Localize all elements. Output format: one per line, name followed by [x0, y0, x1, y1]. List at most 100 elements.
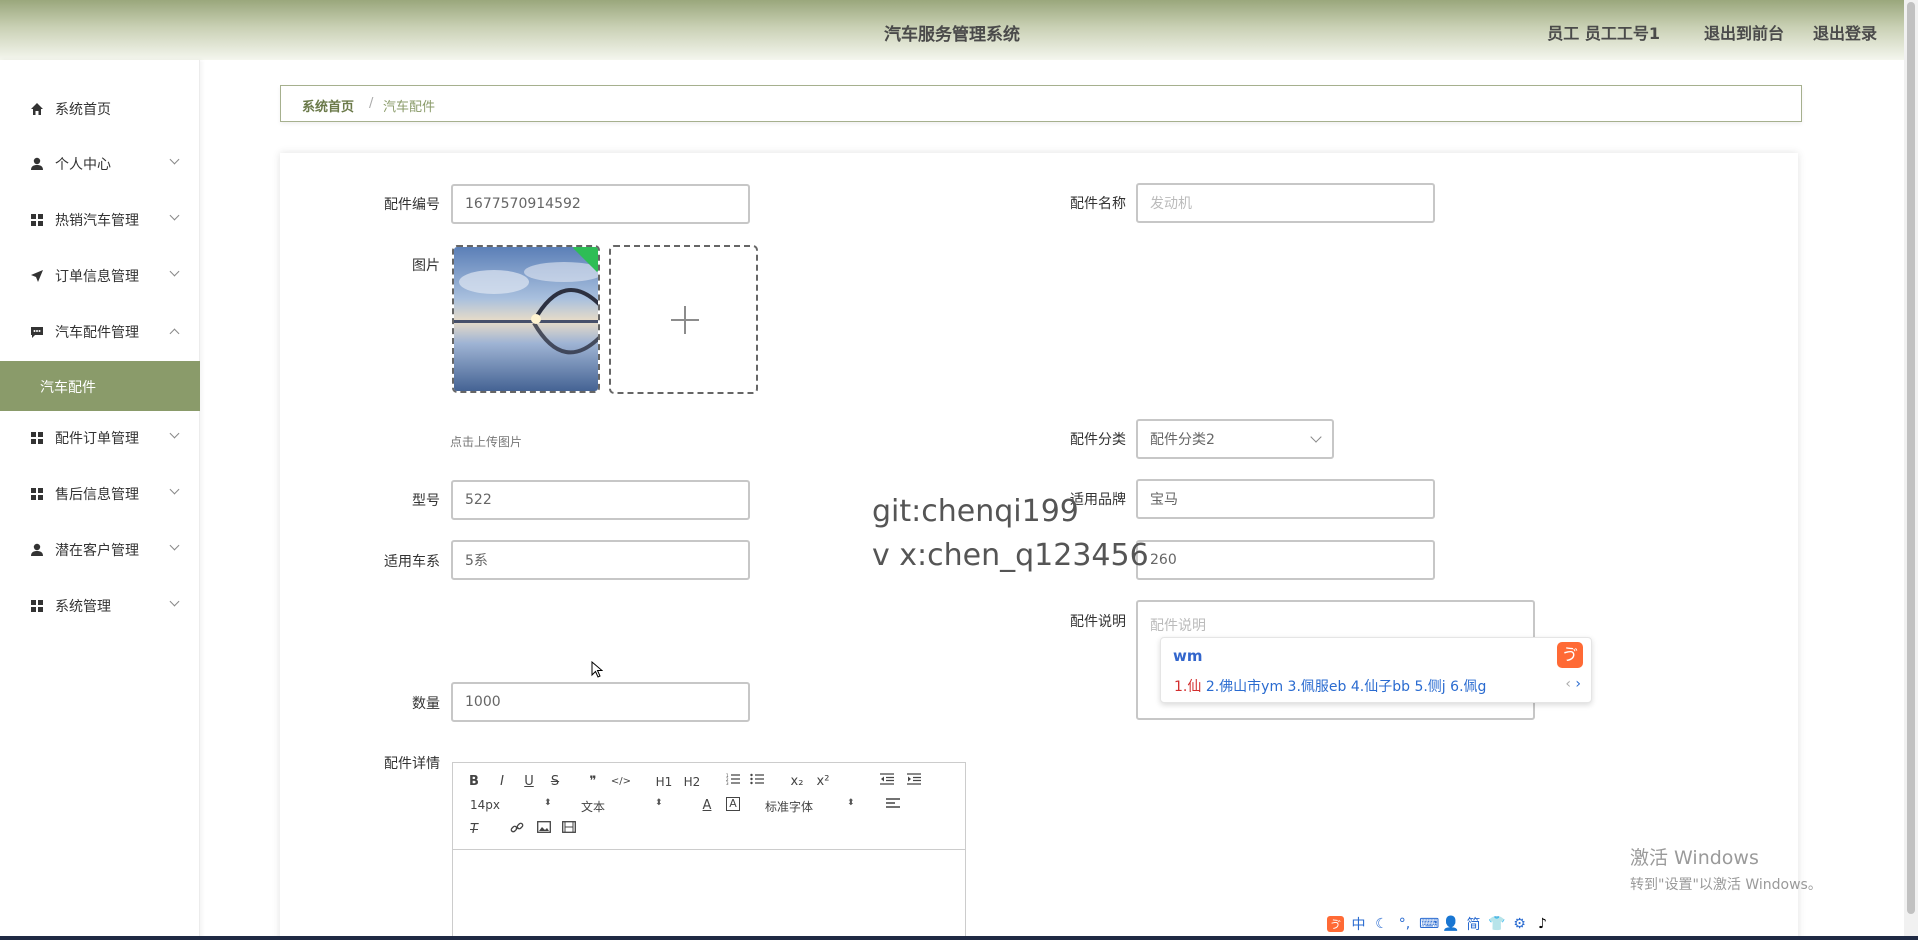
sidebar-item-after-sales[interactable]: 售后信息管理 — [0, 470, 200, 518]
brand-input[interactable]: 宝马 — [1136, 479, 1435, 519]
watermark-line-2: v x:chen_q123456 — [872, 538, 1149, 573]
breadcrumb-separator: / — [369, 96, 374, 111]
bullet-list-icon[interactable] — [748, 773, 766, 791]
shirt-icon[interactable]: 👕 — [1488, 916, 1505, 932]
image-label: 图片 — [412, 258, 440, 274]
gear-icon[interactable]: ⚙ — [1511, 916, 1528, 932]
uploaded-image[interactable] — [452, 245, 600, 393]
sidebar-item-part-orders[interactable]: 配件订单管理 — [0, 414, 200, 462]
qty-input[interactable]: 1000 — [451, 682, 750, 722]
user-icon — [30, 543, 44, 557]
sidebar-item-system[interactable]: 系统管理 — [0, 582, 200, 630]
sidebar-subitem-parts[interactable]: 汽车配件 — [0, 361, 200, 411]
bridge-photo — [454, 247, 598, 391]
sidebar-item-label: 汽车配件管理 — [55, 325, 139, 341]
series-input[interactable]: 5系 — [451, 540, 750, 580]
upload-tip: 点击上传图片 — [450, 435, 523, 449]
strike-button[interactable]: S — [546, 773, 564, 791]
chevron-down-icon — [169, 596, 180, 607]
rich-text-editor[interactable]: B I U S ❞ </> H1 H2 123 x₂ x² 14px ⬍ 文本 … — [452, 762, 966, 940]
chevron-down-icon — [1310, 431, 1322, 443]
front-link[interactable]: 退出到前台 — [1704, 20, 1784, 44]
bold-button[interactable]: B — [465, 773, 483, 791]
chevron-down-icon — [169, 428, 180, 439]
tiktok-icon[interactable]: ♪ — [1534, 916, 1551, 932]
add-image-button[interactable] — [609, 245, 758, 394]
top-header: 汽车服务管理系统 员工 员工工号1 退出到前台 退出登录 — [0, 0, 1904, 60]
price-input[interactable]: 260 — [1136, 540, 1435, 580]
ime-candidate[interactable]: 2.佛山市ym — [1206, 679, 1283, 695]
video-icon[interactable] — [560, 821, 578, 839]
code-button[interactable]: </> — [610, 773, 632, 791]
part-no-input[interactable]: 1677570914592 — [451, 184, 750, 224]
h2-button[interactable]: H2 — [682, 773, 702, 791]
sidebar-item-orders[interactable]: 订单信息管理 — [0, 252, 200, 300]
italic-button[interactable]: I — [493, 773, 511, 791]
sidebar: 系统首页 个人中心 热销汽车管理 订单信息管理 汽车配件管理 汽车配件 配件订单… — [0, 60, 200, 940]
keyboard-icon[interactable]: ⌨ — [1419, 916, 1439, 932]
blockquote-button[interactable]: ❞ — [584, 773, 602, 791]
chat-icon — [30, 325, 44, 339]
sidebar-item-label: 潜在客户管理 — [55, 543, 139, 559]
category-select[interactable]: 配件分类2 — [1136, 419, 1334, 459]
breadcrumb-home[interactable]: 系统首页 — [302, 96, 354, 115]
ime-candidate[interactable]: 6.佩g — [1450, 679, 1486, 695]
superscript-button[interactable]: x² — [814, 773, 832, 791]
grid-icon — [30, 213, 44, 227]
simplified-label[interactable]: 简 — [1465, 914, 1482, 934]
indent-icon[interactable] — [905, 773, 923, 791]
background-color-icon[interactable]: A — [726, 797, 740, 811]
font-size-select[interactable]: 14px ⬍ — [470, 798, 555, 812]
moon-icon[interactable]: ☾ — [1373, 916, 1390, 932]
person-icon[interactable]: 👤 — [1442, 916, 1459, 932]
sidebar-item-personal[interactable]: 个人中心 — [0, 140, 200, 188]
ordered-list-icon[interactable]: 123 — [724, 773, 742, 791]
font-family-select[interactable]: 标准字体 ⬍ — [765, 798, 857, 815]
ime-mode-label[interactable]: 中 — [1350, 914, 1367, 934]
updown-icon: ⬍ — [847, 798, 855, 808]
ime-logo-icon[interactable]: ゔ — [1327, 916, 1344, 932]
subscript-button[interactable]: x₂ — [788, 773, 806, 791]
ime-candidate-window: wm ゔ 1.仙 2.佛山市ym 3.佩服eb 4.仙子bb 5.侧j 6.佩g… — [1160, 637, 1592, 703]
chevron-down-icon — [169, 154, 180, 165]
ime-candidate[interactable]: 5.侧j — [1414, 679, 1445, 695]
breadcrumb-current: 汽车配件 — [383, 100, 436, 115]
scrollbar-thumb[interactable] — [1907, 2, 1915, 914]
ime-candidate[interactable]: 4.仙子bb — [1351, 679, 1410, 695]
ime-candidate[interactable]: 3.佩服eb — [1288, 679, 1347, 695]
updown-icon: ⬍ — [544, 798, 552, 808]
ime-pinyin: wm — [1173, 647, 1203, 665]
desc-label: 配件说明 — [1070, 614, 1126, 630]
underline-button[interactable]: U — [520, 773, 538, 791]
vertical-scrollbar[interactable] — [1904, 0, 1918, 940]
sidebar-item-home[interactable]: 系统首页 — [0, 85, 200, 133]
ime-candidate[interactable]: 1.仙 — [1174, 679, 1201, 695]
editor-toolbar: B I U S ❞ </> H1 H2 123 x₂ x² 14px ⬍ 文本 … — [453, 763, 965, 850]
link-icon[interactable] — [508, 821, 526, 839]
ime-page-nav-icon[interactable]: ‹ › — [1565, 676, 1581, 692]
logout-link[interactable]: 退出登录 — [1813, 20, 1877, 44]
h1-button[interactable]: H1 — [654, 773, 674, 791]
sidebar-item-label: 系统首页 — [55, 102, 111, 118]
ime-logo-icon: ゔ — [1557, 642, 1583, 668]
clear-format-icon[interactable]: T — [465, 821, 483, 839]
model-input[interactable]: 522 — [451, 480, 750, 520]
chevron-up-icon — [169, 328, 180, 339]
image-icon[interactable] — [535, 821, 553, 839]
qty-label: 数量 — [412, 696, 440, 712]
text-type-select[interactable]: 文本 ⬍ — [581, 798, 666, 815]
font-color-icon[interactable]: A — [698, 797, 716, 815]
punctuation-icon[interactable]: °, — [1396, 916, 1413, 932]
category-label: 配件分类 — [1070, 432, 1126, 448]
font-size-value: 14px — [470, 798, 500, 812]
part-no-label: 配件编号 — [384, 197, 440, 213]
sidebar-item-prospects[interactable]: 潜在客户管理 — [0, 526, 200, 574]
part-name-input[interactable]: 发动机 — [1136, 183, 1435, 223]
align-left-icon[interactable] — [884, 797, 902, 815]
sidebar-item-hot-cars[interactable]: 热销汽车管理 — [0, 196, 200, 244]
svg-text:3: 3 — [726, 781, 729, 785]
model-label: 型号 — [412, 493, 440, 509]
sidebar-item-parts[interactable]: 汽车配件管理 — [0, 308, 200, 356]
send-icon — [30, 269, 44, 283]
outdent-icon[interactable] — [878, 773, 896, 791]
